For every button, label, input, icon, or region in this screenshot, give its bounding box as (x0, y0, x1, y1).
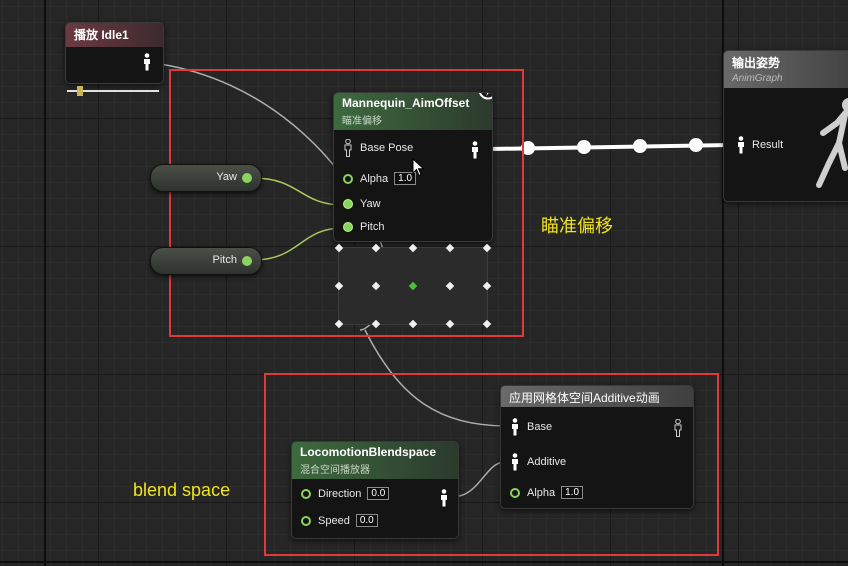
locomotion-blendspace-node[interactable]: LocomotionBlendspace 混合空间播放器 Direction 0… (291, 441, 459, 539)
grid-sample-point (445, 281, 455, 291)
alpha-pin[interactable]: Alpha 1.0 (343, 172, 417, 185)
speed-pin[interactable]: Speed 0.0 (301, 514, 378, 527)
alpha-pin[interactable]: Alpha 1.0 (510, 486, 584, 499)
yaw-pin[interactable]: Yaw (343, 198, 381, 210)
pose-input-icon (512, 453, 518, 471)
apply-additive-node[interactable]: 应用网格体空间Additive动画 Base Additive Alpha 1.… (500, 385, 694, 509)
pose-input-icon (344, 139, 352, 157)
viewport-divider-bottom (0, 561, 848, 563)
float-pin-icon (301, 515, 311, 526)
pose-input-icon (738, 136, 744, 154)
node-subtitle: AnimGraph (732, 73, 783, 84)
viewport-divider-left (44, 0, 46, 566)
float-pin-icon (510, 487, 520, 498)
aim-offset-blend-grid (334, 243, 492, 329)
wire-point (577, 140, 591, 154)
pose-output-icon[interactable] (470, 141, 480, 159)
additive-label: Additive (527, 456, 567, 468)
node-header: 输出姿势 AnimGraph (724, 51, 848, 88)
float-pin-icon[interactable] (242, 256, 252, 266)
node-title: 播放 Idle1 (74, 28, 129, 42)
wire-point (633, 139, 647, 153)
speed-value-field[interactable]: 0.0 (355, 514, 378, 527)
float-pin-icon (343, 199, 353, 209)
pose-output-icon[interactable] (439, 489, 449, 507)
mannequin-preview-icon (816, 98, 848, 188)
result-pin[interactable]: Result (736, 136, 783, 154)
play-rate-slider[interactable] (67, 86, 159, 96)
output-pose-node[interactable]: 输出姿势 AnimGraph Result (723, 50, 848, 202)
alpha-label: Alpha (527, 486, 556, 499)
node-header: 应用网格体空间Additive动画 (501, 386, 693, 407)
pitch-pin[interactable]: Pitch (343, 221, 384, 233)
base-pose-pin[interactable]: Base Pose (343, 139, 413, 157)
alpha-label: Alpha (360, 172, 389, 185)
base-label: Base (527, 421, 553, 433)
node-header: 播放 Idle1 (66, 23, 163, 47)
pose-input-icon (512, 418, 518, 436)
direction-label: Direction (318, 487, 362, 500)
node-header: LocomotionBlendspace 混合空间播放器 (292, 442, 458, 479)
wire-point (689, 138, 703, 152)
lightning-bolt-icon[interactable] (478, 92, 493, 100)
additive-pin[interactable]: Additive (510, 453, 566, 471)
node-title: 应用网格体空间Additive动画 (509, 391, 660, 405)
float-pin-icon (301, 488, 311, 499)
float-pin-icon (343, 173, 353, 184)
node-title: 输出姿势 (732, 56, 781, 70)
alpha-value-field[interactable]: 1.0 (561, 486, 584, 499)
mouse-pointer-icon (412, 158, 425, 177)
blend-space-annotation-label: blend space (133, 480, 231, 500)
node-subtitle: 混合空间播放器 (300, 465, 370, 476)
node-title: LocomotionBlendspace (300, 445, 437, 459)
node-header: Mannequin_AimOffset 瞄准偏移 (334, 93, 492, 130)
base-pin[interactable]: Base (510, 418, 552, 436)
variable-label: Pitch (212, 254, 237, 266)
result-label: Result (752, 139, 784, 151)
pose-output-icon[interactable] (142, 53, 152, 71)
yaw-variable-node[interactable]: Yaw (150, 164, 262, 192)
float-pin-icon[interactable] (242, 173, 252, 183)
speed-label: Speed (318, 514, 350, 527)
grid-current-point (408, 281, 418, 291)
float-pin-icon (343, 222, 353, 232)
direction-value-field[interactable]: 0.0 (367, 487, 390, 500)
variable-label: Yaw (216, 171, 237, 183)
pitch-variable-node[interactable]: Pitch (150, 247, 262, 275)
pose-output-icon[interactable] (673, 419, 683, 437)
wire-aim-to-output (489, 143, 731, 151)
node-subtitle: 瞄准偏移 (342, 116, 382, 127)
pitch-label: Pitch (360, 221, 385, 233)
play-idle-node[interactable]: 播放 Idle1 (65, 22, 164, 84)
node-title: Mannequin_AimOffset (342, 96, 470, 110)
grid-sample-point (371, 281, 381, 291)
slider-thumb[interactable] (77, 86, 84, 96)
yaw-label: Yaw (360, 198, 381, 210)
direction-pin[interactable]: Direction 0.0 (301, 487, 390, 500)
aim-offset-annotation-label: 瞄准偏移 (541, 216, 613, 236)
base-pose-label: Base Pose (360, 142, 414, 154)
